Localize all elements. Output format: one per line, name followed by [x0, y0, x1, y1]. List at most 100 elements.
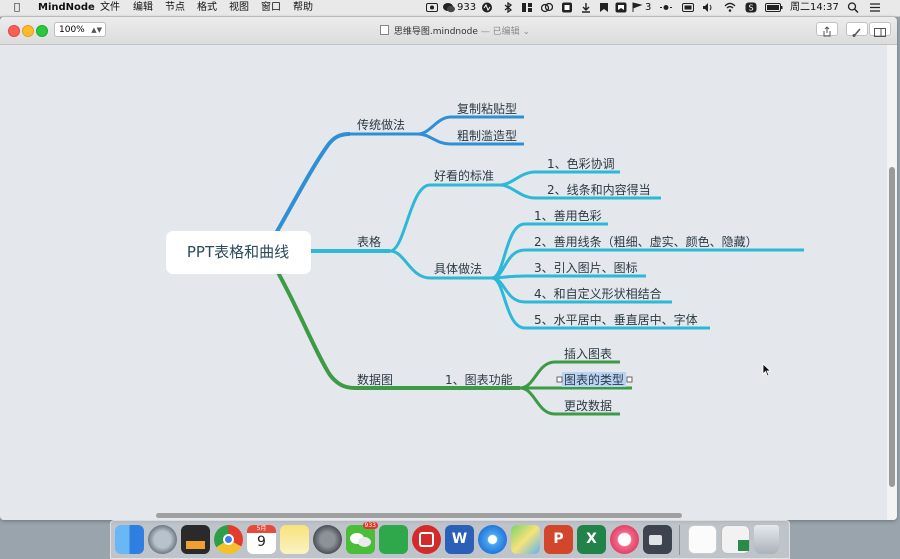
node-data-chart[interactable]: 数据图 — [357, 372, 393, 387]
svg-text:S: S — [748, 4, 753, 13]
document-title[interactable]: 思维导图.mindnode — 已编辑 ⌄ — [380, 24, 530, 37]
app-menu[interactable]: MindNode — [38, 1, 95, 15]
maps-icon[interactable] — [511, 525, 540, 554]
calendar-day: 9 — [257, 534, 266, 550]
node-chart-function[interactable]: 1、图表功能 — [445, 373, 513, 387]
node-traditional[interactable]: 传统做法 — [357, 117, 405, 132]
mindmap-svg[interactable]: PPT表格和曲线 传统做法 表格 数据图 复制粘贴型 粗制滥造型 好看的标准 具… — [0, 45, 887, 520]
monitor-bars — [186, 541, 205, 549]
volume-icon[interactable] — [702, 2, 714, 13]
sidebar-icon — [874, 28, 886, 37]
node-good-standard[interactable]: 好看的标准 — [434, 168, 494, 183]
menu-bar:  MindNode 文件 编辑 节点 格式 视图 窗口 帮助 933 3 S … — [0, 0, 900, 17]
connector-traditional — [266, 132, 351, 249]
scribe-icon[interactable] — [561, 2, 573, 13]
trash-icon[interactable] — [754, 525, 779, 554]
wechat-count: 933 — [457, 2, 477, 13]
keyboard-icon[interactable] — [682, 2, 694, 13]
music-icon[interactable] — [610, 525, 639, 554]
display-icon[interactable] — [660, 2, 672, 13]
vertical-scrollbar[interactable] — [887, 45, 897, 520]
video-icon[interactable] — [643, 525, 672, 554]
mindnode-window: 100% ▲▼ 思维导图.mindnode — 已编辑 ⌄ PPT表格和曲线 传… — [0, 17, 897, 520]
wechat-icon[interactable] — [443, 2, 455, 13]
root-label[interactable]: PPT表格和曲线 — [187, 243, 289, 261]
share-button[interactable] — [816, 22, 838, 37]
maximize-button[interactable] — [36, 25, 48, 37]
airdrop-icon[interactable] — [688, 525, 717, 554]
menu-format[interactable]: 格式 — [197, 1, 217, 15]
inspector-style-button[interactable] — [846, 22, 868, 37]
menu-help[interactable]: 帮助 — [293, 1, 313, 15]
calendar-icon[interactable]: 5月 9 — [247, 525, 276, 554]
flag-icon[interactable] — [598, 2, 610, 13]
dock: 5月 9 933 W P X — [110, 520, 790, 559]
wechat-icon[interactable]: 933 — [346, 522, 378, 554]
evernote-icon[interactable] — [379, 525, 408, 554]
calendar-month: 5月 — [247, 525, 276, 533]
node-method-4[interactable]: 4、和自定义形状相结合 — [534, 286, 662, 301]
activity-monitor-icon[interactable] — [181, 525, 210, 554]
battery-icon[interactable] — [765, 2, 783, 13]
launchpad-icon[interactable] — [148, 525, 177, 554]
node-method-2[interactable]: 2、善用线条（粗细、虚实、颜色、隐藏） — [534, 234, 758, 249]
node-lines-content[interactable]: 2、线条和内容得当 — [547, 182, 651, 197]
eye-icon[interactable]: S — [745, 2, 757, 13]
word-icon[interactable]: W — [445, 525, 474, 554]
sidebar-toggle-button[interactable] — [869, 22, 891, 37]
node-change-data[interactable]: 更改数据 — [564, 398, 612, 413]
chrome-icon[interactable] — [214, 525, 243, 554]
menu-file[interactable]: 文件 — [100, 1, 120, 15]
layout-icon[interactable] — [521, 2, 533, 13]
node-method-1[interactable]: 1、善用色彩 — [534, 208, 602, 223]
record-icon[interactable] — [426, 2, 438, 13]
node-method-5[interactable]: 5、水平居中、垂直居中、字体 — [534, 312, 698, 327]
flag2-icon[interactable] — [631, 2, 643, 13]
activity-icon[interactable] — [481, 2, 493, 13]
powerpoint-icon[interactable]: P — [544, 525, 573, 554]
wechat-badge: 933 — [362, 522, 378, 529]
brush-icon — [852, 28, 861, 37]
qq-icon[interactable] — [615, 2, 627, 13]
chevron-updown-icon: ▲▼ — [91, 26, 102, 34]
selection-handle-right[interactable] — [626, 376, 633, 383]
node-color-harmony[interactable]: 1、色彩协调 — [547, 156, 615, 171]
preview-icon[interactable] — [721, 525, 750, 554]
menu-view[interactable]: 视图 — [229, 1, 249, 15]
download-icon[interactable] — [580, 2, 592, 13]
menu-window[interactable]: 窗口 — [261, 1, 281, 15]
selection-handle-left[interactable] — [556, 376, 563, 383]
zoom-select[interactable]: 100% ▲▼ — [54, 22, 106, 37]
minimize-button[interactable] — [22, 25, 34, 37]
clock[interactable]: 周二14:37 — [790, 1, 839, 15]
node-insert-chart[interactable]: 插入图表 — [564, 347, 612, 361]
node-chart-types[interactable]: 图表的类型 — [564, 372, 624, 387]
wifi-icon[interactable] — [724, 2, 736, 13]
finder-icon[interactable] — [115, 525, 144, 554]
menu-node[interactable]: 节点 — [165, 1, 185, 15]
notes-icon[interactable] — [541, 2, 553, 13]
horizontal-scroll-thumb[interactable] — [156, 513, 682, 518]
wechat-bubble-2 — [358, 537, 371, 547]
vertical-scroll-thumb[interactable] — [889, 167, 895, 487]
notes-icon[interactable] — [280, 525, 309, 554]
node-table[interactable]: 表格 — [357, 234, 381, 249]
close-button[interactable] — [8, 25, 20, 37]
share-icon — [823, 26, 831, 37]
excel-icon[interactable]: X — [577, 525, 606, 554]
node-methods[interactable]: 具体做法 — [434, 261, 482, 276]
dock-separator — [679, 525, 680, 555]
apple-menu-icon[interactable]:  — [14, 1, 20, 15]
node-rough-made[interactable]: 粗制滥造型 — [457, 129, 517, 143]
search-icon[interactable] — [847, 2, 859, 13]
list-icon[interactable] — [869, 2, 881, 13]
system-preferences-icon[interactable] — [313, 525, 342, 554]
safari-icon[interactable] — [478, 525, 507, 554]
mindmap-canvas[interactable]: PPT表格和曲线 传统做法 表格 数据图 复制粘贴型 粗制滥造型 好看的标准 具… — [0, 45, 887, 520]
menu-edit[interactable]: 编辑 — [133, 1, 153, 15]
bank-icon[interactable] — [412, 525, 441, 554]
node-method-3[interactable]: 3、引入图片、图标 — [534, 261, 638, 275]
bluetooth-icon[interactable] — [502, 2, 514, 13]
connector-good-standard — [389, 183, 500, 253]
node-copy-paste[interactable]: 复制粘贴型 — [457, 101, 517, 116]
